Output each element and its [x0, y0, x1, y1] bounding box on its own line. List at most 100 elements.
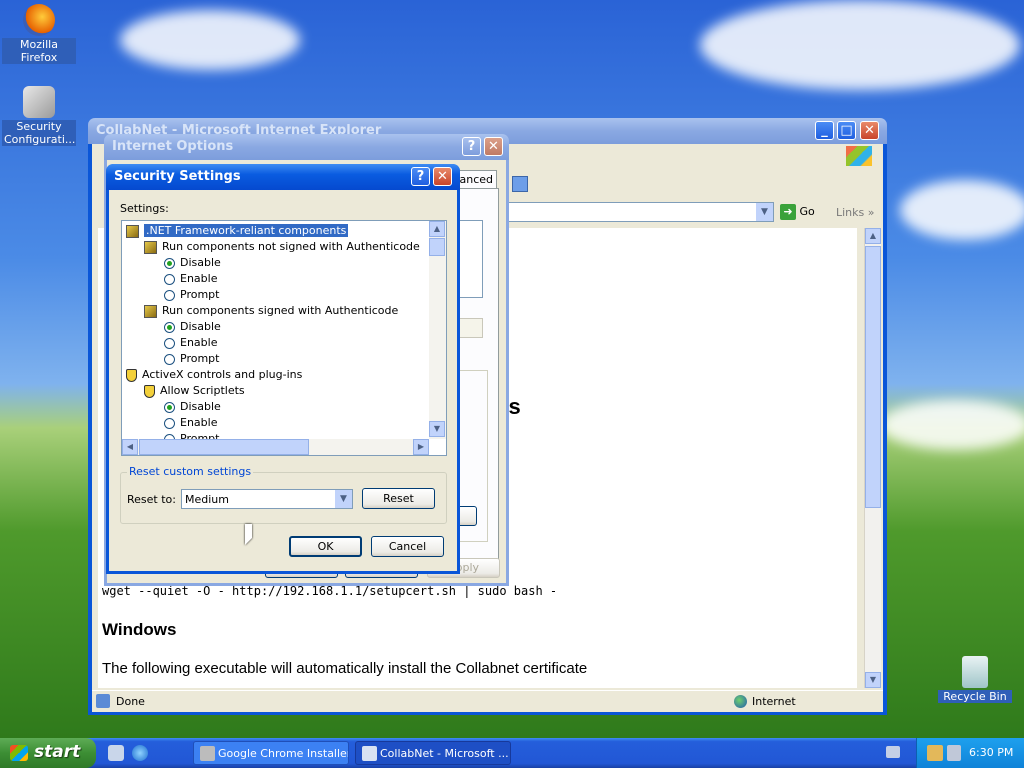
scroll-thumb[interactable] [865, 246, 881, 508]
page-status-icon [96, 694, 110, 708]
radio-button[interactable] [164, 337, 175, 349]
gear-icon [126, 224, 139, 238]
status-bar: Done Internet [92, 690, 883, 712]
chrome-icon [200, 746, 215, 761]
help-button[interactable]: ? [462, 137, 481, 156]
tree-vscrollbar[interactable]: ▲ ▼ [429, 221, 446, 439]
tree-option-prompt[interactable]: Prompt [164, 351, 219, 367]
security-settings-title: Security Settings [114, 169, 241, 184]
security-settings-dialog: Security Settings ? ✕ Settings: .NET Fra… [106, 164, 460, 574]
tree-hscrollbar[interactable]: ◀ ▶ [122, 439, 429, 455]
task-chrome-installer[interactable]: Google Chrome Installer [193, 741, 349, 765]
tree-category[interactable]: ActiveX controls and plug-ins [126, 367, 302, 383]
security-settings-client: Settings: .NET Framework-reliant compone… [109, 190, 457, 571]
scroll-down-button[interactable]: ▼ [429, 421, 445, 437]
globe-icon [734, 695, 747, 708]
scroll-up-button[interactable]: ▲ [429, 221, 445, 237]
close-button[interactable]: ✕ [433, 167, 452, 186]
ie-icon [362, 746, 377, 761]
radio-button[interactable] [164, 353, 175, 365]
radio-button[interactable] [164, 417, 175, 429]
close-button[interactable]: ✕ [860, 121, 879, 140]
address-bar[interactable]: ▼ [504, 202, 774, 222]
reset-button[interactable]: Reset [362, 488, 435, 509]
tree-item-label: Run components not signed with Authentic… [162, 240, 420, 253]
toolbar-icon[interactable] [512, 176, 528, 192]
status-text: Done [116, 695, 145, 708]
tree-item-label: ActiveX controls and plug-ins [142, 368, 303, 381]
reset-level-select[interactable]: Medium ▼ [181, 489, 353, 509]
go-button[interactable]: ➜ Go [780, 202, 815, 222]
tree-item-label: Prompt [180, 352, 220, 365]
quick-launch-icon[interactable] [108, 745, 124, 761]
taskbar: start Google Chrome Installer CollabNet … [0, 738, 1024, 768]
tree-group[interactable]: Run components not signed with Authentic… [144, 239, 420, 255]
minimize-button[interactable]: _ [815, 121, 834, 140]
desktop-icon-firefox[interactable]: Mozilla Firefox [2, 4, 76, 64]
tree-item-label: Enable [180, 272, 218, 285]
security-config-icon [23, 86, 55, 118]
scroll-up-button[interactable]: ▲ [865, 228, 881, 244]
page-scrollbar[interactable]: ▲ ▼ [864, 228, 881, 688]
tree-group[interactable]: Allow Scriptlets [144, 383, 245, 399]
radio-button[interactable] [164, 321, 175, 333]
ie-quick-launch-icon[interactable] [132, 745, 148, 761]
tree-option-enable[interactable]: Enable [164, 335, 217, 351]
tree-category[interactable]: .NET Framework-reliant components [126, 223, 350, 239]
desktop-icon-label: Security Configurati... [2, 120, 76, 146]
tree-item-label: .NET Framework-reliant components [142, 223, 350, 238]
shield-icon [144, 384, 155, 398]
scroll-left-button[interactable]: ◀ [122, 439, 138, 455]
tree-item-label: Disable [180, 256, 221, 269]
clock[interactable]: 6:30 PM [969, 746, 1013, 759]
desktop-icon-security-config[interactable]: Security Configurati... [2, 86, 76, 146]
shield-icon [126, 368, 137, 382]
zone-text: Internet [752, 695, 796, 708]
radio-button[interactable] [164, 289, 175, 301]
tree-option-prompt[interactable]: Prompt [164, 287, 219, 303]
scroll-thumb[interactable] [429, 238, 445, 256]
scroll-right-button[interactable]: ▶ [413, 439, 429, 455]
tree-option-disable[interactable]: Disable [164, 399, 221, 415]
tree-item-label: Prompt [180, 288, 220, 301]
maximize-button[interactable]: □ [837, 121, 856, 140]
address-dropdown-button[interactable]: ▼ [756, 203, 773, 221]
windows-logo-icon [846, 146, 872, 166]
security-settings-titlebar[interactable]: Security Settings ? ✕ [106, 164, 460, 190]
task-collabnet-ie[interactable]: CollabNet - Microsoft ... [355, 741, 511, 765]
tree-item-label: Enable [180, 416, 218, 429]
tree-option-enable[interactable]: Enable [164, 415, 217, 431]
chevron-down-icon[interactable]: ▼ [335, 490, 352, 508]
scroll-down-button[interactable]: ▼ [865, 672, 881, 688]
tree-option-disable[interactable]: Disable [164, 255, 221, 271]
gear-icon [144, 240, 157, 254]
tree-option-disable[interactable]: Disable [164, 319, 221, 335]
radio-button[interactable] [164, 257, 175, 269]
hscroll-thumb[interactable] [139, 439, 309, 455]
reset-to-label: Reset to: [127, 493, 176, 506]
cancel-button[interactable]: Cancel [371, 536, 444, 557]
start-button[interactable]: start [0, 738, 96, 768]
radio-button[interactable] [164, 401, 175, 413]
desktop-icon-label: Mozilla Firefox [2, 38, 76, 64]
ok-button[interactable]: OK [289, 536, 362, 557]
tray-icon-volume[interactable] [947, 745, 961, 761]
tree-item-label: Enable [180, 336, 218, 349]
close-button[interactable]: ✕ [484, 137, 503, 156]
tree-group[interactable]: Run components signed with Authenticode [144, 303, 398, 319]
mouse-cursor [245, 524, 252, 545]
internet-options-titlebar[interactable]: Internet Options ? ✕ [104, 134, 509, 160]
desktop-icon-recycle-bin[interactable]: Recycle Bin [938, 656, 1012, 703]
command-text: wget --quiet -O - http://192.168.1.1/set… [102, 584, 558, 598]
help-button[interactable]: ? [411, 167, 430, 186]
tray-icon-network[interactable] [927, 745, 943, 761]
firefox-icon [23, 4, 55, 36]
radio-button[interactable] [164, 273, 175, 285]
settings-tree[interactable]: .NET Framework-reliant components Run com… [121, 220, 447, 456]
desktop-icon-label: Recycle Bin [938, 690, 1012, 703]
go-arrow-icon: ➜ [780, 204, 796, 220]
links-toolbar[interactable]: Links » [836, 206, 875, 219]
tree-option-enable[interactable]: Enable [164, 271, 217, 287]
tray-toggle-icon[interactable] [886, 746, 900, 758]
windows-paragraph: The following executable will automatica… [102, 660, 588, 677]
